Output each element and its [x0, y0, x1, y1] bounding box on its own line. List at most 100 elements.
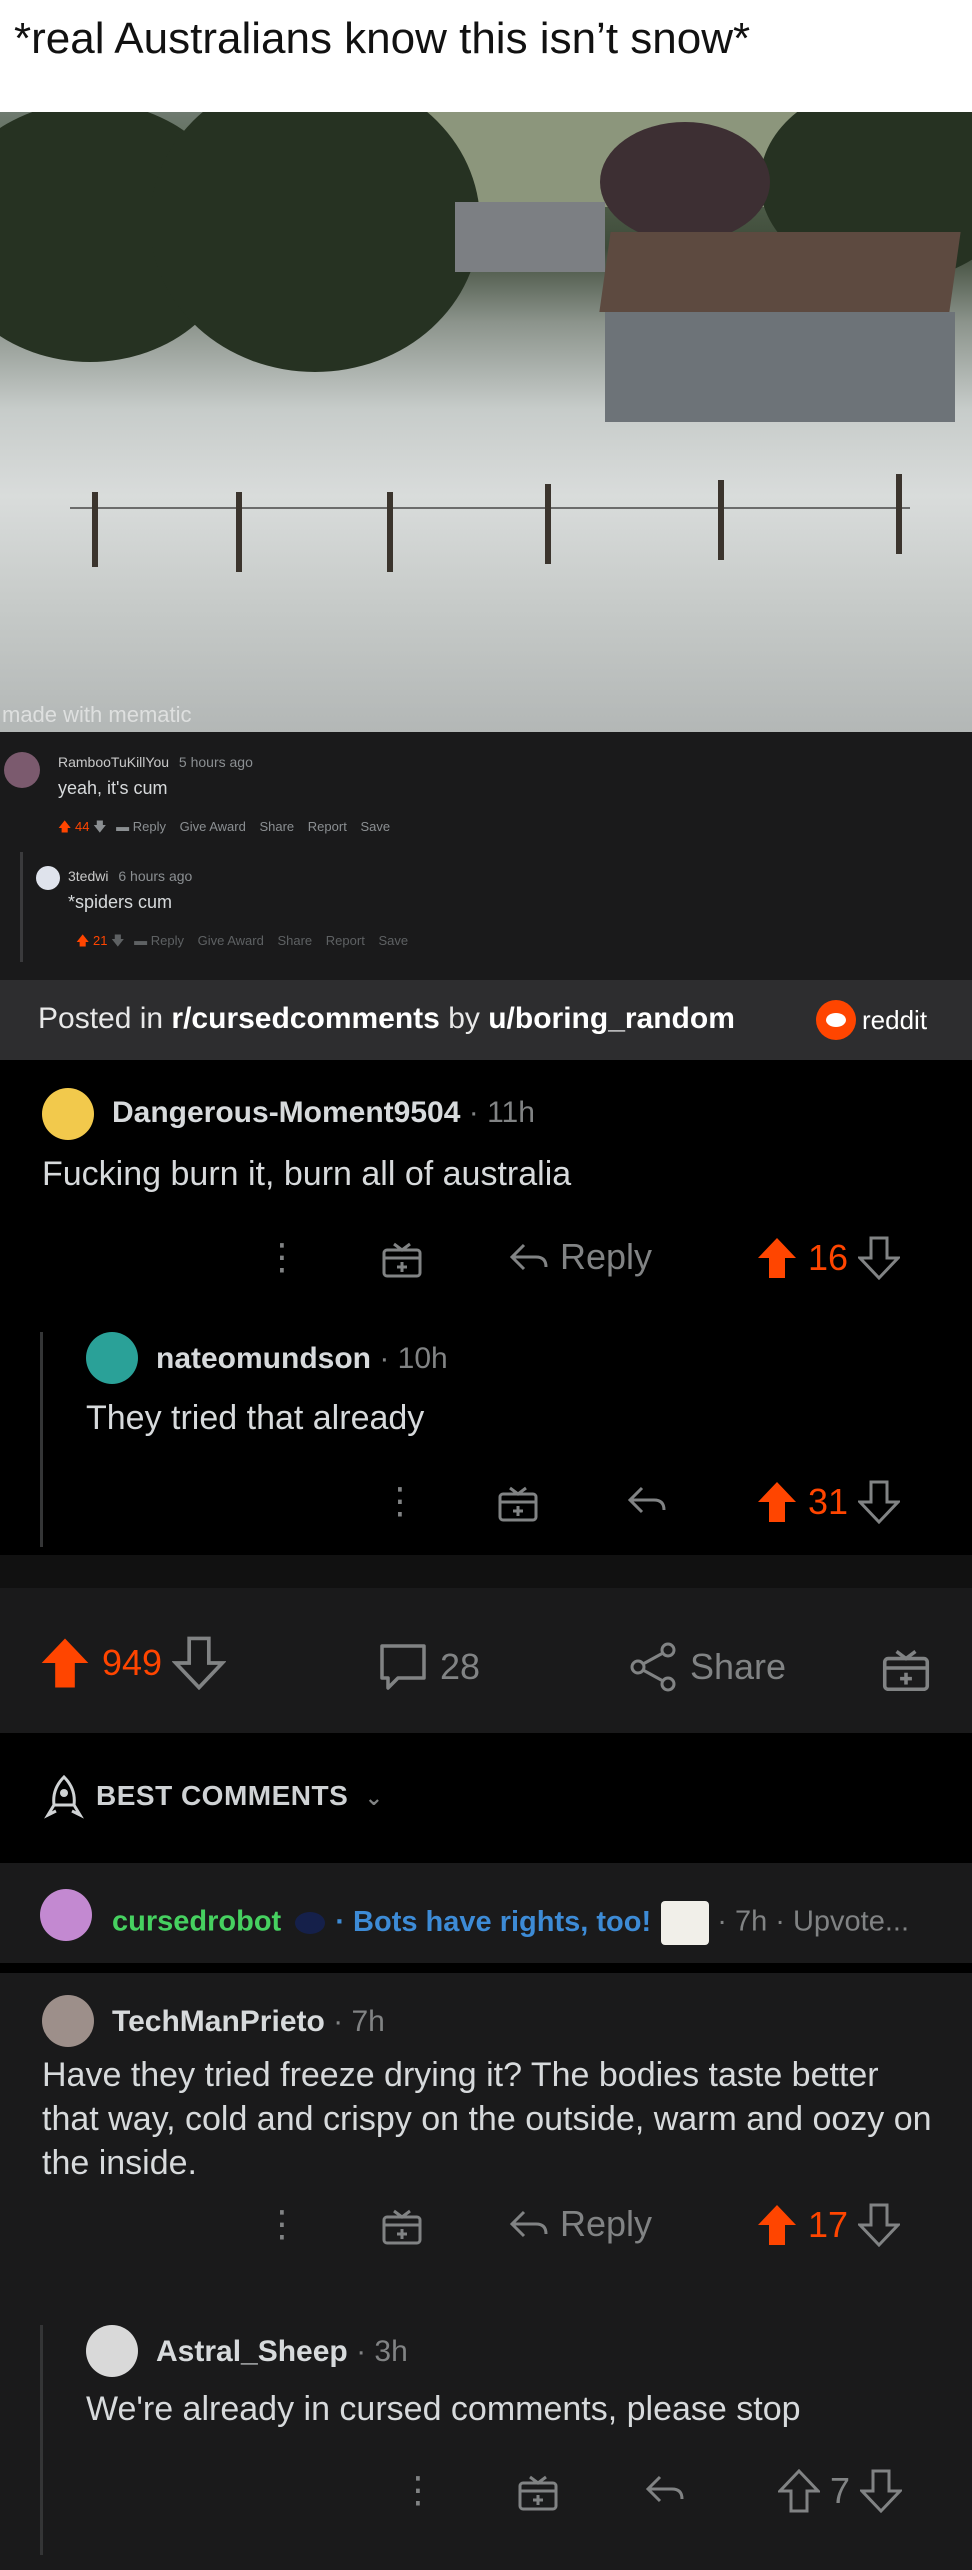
vote-control: 17 — [756, 2203, 901, 2247]
author-link[interactable]: u/boring_random — [488, 1002, 735, 1035]
comment-header: Astral_Sheep · 3h — [156, 2335, 408, 2369]
avatar[interactable] — [40, 1889, 92, 1941]
bot-flair: · Bots have rights, too! — [335, 1905, 652, 1938]
comment-icon: ▬ — [116, 819, 130, 834]
avatar[interactable] — [42, 1088, 94, 1140]
photo-fence-post — [545, 484, 551, 564]
comment-username[interactable]: nateomundson — [156, 1342, 371, 1375]
photo-shed — [599, 232, 961, 422]
avatar[interactable] — [86, 1332, 138, 1384]
comment-score: 31 — [808, 1481, 849, 1522]
comment-body: We're already in cursed comments, please… — [86, 2390, 801, 2428]
downvote-icon[interactable] — [172, 1636, 227, 1690]
inner-comment-2-reply: Reply — [150, 933, 184, 948]
more-options-button[interactable]: ⋮ — [382, 1480, 418, 1522]
inner-comment-2-award: Give Award — [197, 933, 264, 948]
bot-flair-text: Bots have rights, too! — [353, 1905, 652, 1938]
bot-comment[interactable]: cursedrobot · Bots have rights, too! · 7… — [0, 1863, 972, 1973]
bot-comment-header: cursedrobot · Bots have rights, too! · 7… — [112, 1901, 909, 1945]
award-button[interactable] — [516, 2469, 560, 2513]
reply-icon — [645, 2475, 684, 2503]
posted-prefix: Posted in — [38, 1002, 172, 1035]
inner-comment-2-save: Save — [378, 933, 409, 948]
user-flair-dot-icon — [295, 1912, 326, 1934]
comment-score: 16 — [808, 1237, 849, 1278]
share-icon — [630, 1642, 676, 1692]
meme-caption: *real Australians know this isn’t snow* — [0, 0, 972, 112]
gift-icon — [882, 1650, 930, 1692]
thread-line — [20, 852, 23, 962]
inner-comment-2-actions: 🡅 21 🡇 ▬ Reply Give Award Share Report S… — [76, 932, 408, 954]
gift-icon — [382, 1242, 422, 1278]
comment-username[interactable]: Astral_Sheep — [156, 2335, 348, 2368]
downvote-icon[interactable] — [860, 2469, 903, 2513]
sort-label[interactable]: BEST COMMENTS ⌄ — [96, 1780, 384, 1812]
upvote-icon: 🡅 — [58, 819, 72, 834]
vote-control: 16 — [756, 1236, 901, 1280]
comments-button[interactable]: 28 — [376, 1640, 480, 1694]
photo-house — [455, 202, 605, 272]
photo-fence-post — [387, 492, 393, 572]
inner-comment-2-share: Share — [277, 933, 313, 948]
upvote-icon[interactable] — [778, 2469, 820, 2513]
photo-tree — [150, 112, 480, 372]
avatar[interactable] — [86, 2325, 138, 2377]
post-action-bar: 949 28 Share — [0, 1588, 972, 1733]
award-button[interactable] — [380, 2203, 424, 2247]
inner-comment-1-save: Save — [360, 819, 391, 834]
reply-button[interactable]: Reply — [508, 2203, 652, 2245]
chevron-down-icon: ⌄ — [364, 1785, 384, 1810]
inner-comment-1-award: Give Award — [179, 819, 246, 834]
comment-username[interactable]: TechManPrieto — [112, 2005, 325, 2038]
divider — [0, 1555, 972, 1588]
meme-watermark: made with mematic — [2, 702, 192, 727]
upvote-icon[interactable] — [38, 1636, 92, 1690]
downvote-icon[interactable] — [858, 2203, 901, 2247]
inner-comment-2-score: 21 — [93, 933, 108, 948]
photo-fence-post — [896, 474, 902, 554]
reply-label: Reply — [560, 1236, 653, 1277]
photo-tree — [600, 122, 770, 242]
comment-username[interactable]: Dangerous-Moment9504 — [112, 1096, 460, 1129]
award-button[interactable] — [380, 1236, 424, 1280]
comment-body: They tried that already — [86, 1399, 425, 1437]
reply-button[interactable] — [626, 1480, 668, 1520]
more-options-button[interactable]: ⋮ — [400, 2469, 436, 2511]
reply-icon — [509, 1243, 548, 1271]
share-button[interactable]: Share — [626, 1640, 786, 1694]
share-label: Share — [690, 1646, 787, 1687]
inner-comment-1-header: RambooTuKillYou 5 hours ago — [58, 754, 253, 770]
upvote-icon[interactable] — [756, 1480, 798, 1524]
sort-bar[interactable]: BEST COMMENTS ⌄ — [0, 1733, 972, 1863]
subreddit-link[interactable]: r/cursedcomments — [171, 1002, 439, 1035]
comment-icon — [380, 1644, 426, 1690]
comment-header: TechManPrieto · 7h — [112, 2005, 385, 2039]
comment-time: · 3h — [347, 2335, 408, 2368]
gift-icon — [382, 2209, 422, 2245]
vote-control: 7 — [778, 2469, 903, 2513]
reply-button[interactable]: Reply — [508, 1236, 652, 1278]
bot-comment-meta: · 7h · Upvote... — [717, 1905, 910, 1938]
upvote-icon[interactable] — [756, 2203, 798, 2247]
avatar[interactable] — [42, 1995, 94, 2047]
inner-comment-1-reply: Reply — [132, 819, 166, 834]
reply-icon — [627, 1486, 666, 1514]
more-options-button[interactable]: ⋮ — [264, 1236, 300, 1278]
comment-body: Fucking burn it, burn all of australia — [42, 1155, 572, 1193]
downvote-icon[interactable] — [858, 1480, 901, 1524]
downvote-icon: 🡇 — [111, 933, 125, 948]
bot-username[interactable]: cursedrobot — [112, 1906, 281, 1938]
comment-time: · 11h — [460, 1096, 535, 1129]
reply-button[interactable] — [644, 2469, 686, 2509]
inner-comment-2-text: *spiders cum — [68, 892, 173, 912]
award-button[interactable] — [496, 1480, 540, 1524]
more-options-button[interactable]: ⋮ — [264, 2203, 300, 2245]
upvote-icon[interactable] — [756, 1236, 798, 1280]
meme-photo: made with mematic — [0, 112, 972, 732]
downvote-icon[interactable] — [858, 1236, 901, 1280]
upvote-icon: 🡅 — [76, 933, 90, 948]
comment-time: · 7h — [324, 2005, 385, 2038]
inner-comment-1-time: 5 hours ago — [178, 754, 253, 770]
post-award-button[interactable] — [880, 1642, 932, 1694]
photo-fence-wire — [70, 507, 910, 509]
